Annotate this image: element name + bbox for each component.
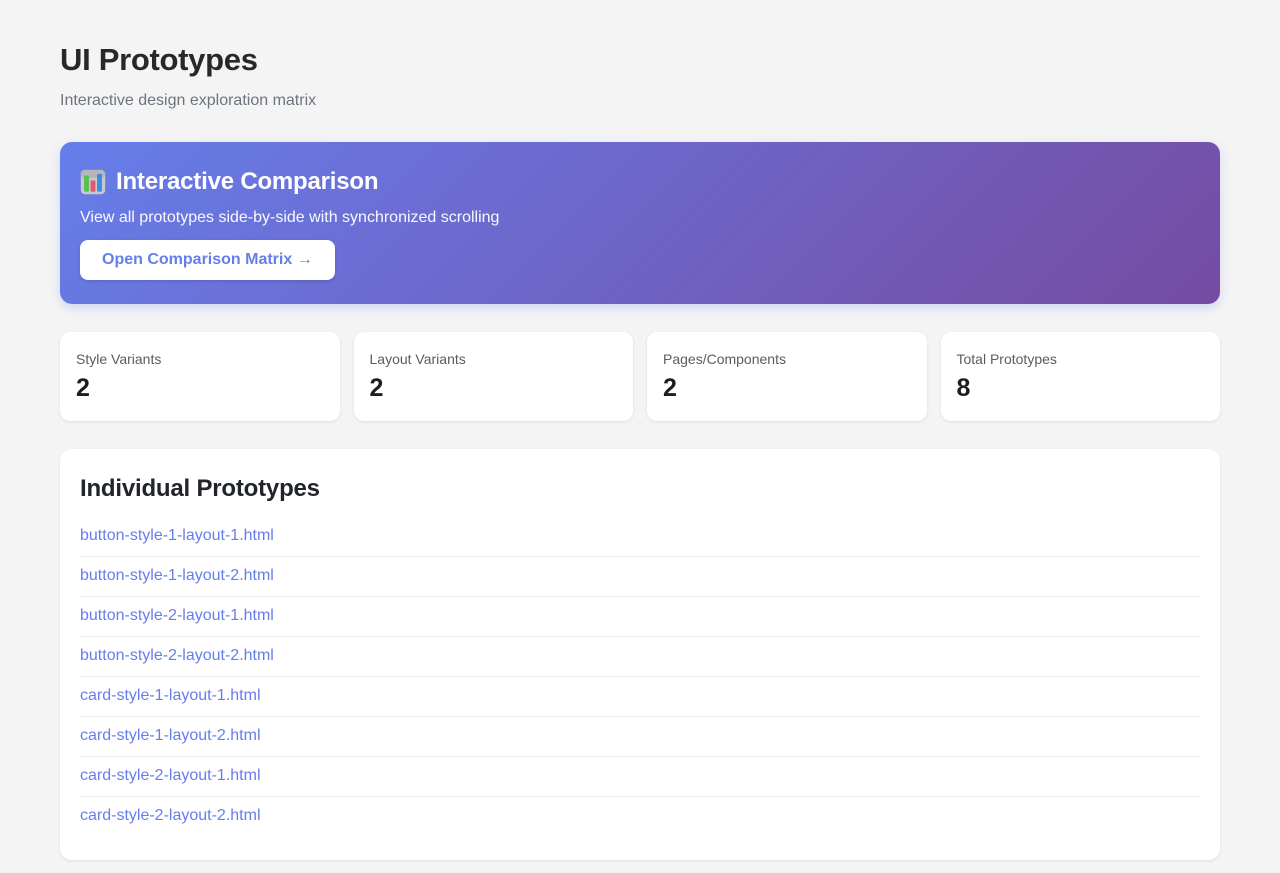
list-item: button-style-2-layout-1.html [80,597,1200,637]
page-subtitle: Interactive design exploration matrix [60,92,317,109]
prototype-link[interactable]: card-style-2-layout-2.html [80,797,1200,836]
stat-label: Pages/Components [663,351,786,367]
stat-value: 8 [956,374,971,402]
prototype-link[interactable]: card-style-2-layout-1.html [80,757,1200,796]
individual-prototypes-panel: Individual Prototypes button-style-1-lay… [60,449,1220,860]
prototype-link[interactable]: button-style-1-layout-1.html [80,517,1200,556]
prototype-link[interactable]: card-style-1-layout-2.html [80,717,1200,756]
hero-title: Interactive Comparison [116,168,379,195]
prototype-link[interactable]: button-style-2-layout-2.html [80,637,1200,676]
page-title: UI Prototypes [60,42,258,77]
individual-prototypes-heading: Individual Prototypes [80,475,320,502]
list-item: card-style-1-layout-2.html [80,717,1200,757]
stat-label: Total Prototypes [956,351,1057,367]
stats-row: Style Variants 2 Layout Variants 2 Pages… [60,332,1220,421]
hero-title-row: Interactive Comparison [80,168,1200,196]
stat-card-style-variants: Style Variants 2 [60,332,340,421]
list-item: button-style-1-layout-1.html [80,517,1200,557]
stat-label: Style Variants [76,351,162,367]
stat-label: Layout Variants [369,351,466,367]
list-item: button-style-2-layout-2.html [80,637,1200,677]
stat-card-pages-components: Pages/Components 2 [647,332,927,421]
list-item: card-style-2-layout-1.html [80,757,1200,797]
list-item: card-style-2-layout-2.html [80,797,1200,836]
open-comparison-matrix-button[interactable]: Open Comparison Matrix → [80,240,335,280]
stat-value: 2 [369,374,384,402]
interactive-comparison-banner: Interactive Comparison View all prototyp… [60,142,1220,304]
stat-card-total-prototypes: Total Prototypes 8 [940,332,1220,421]
prototype-link[interactable]: card-style-1-layout-1.html [80,677,1200,716]
stat-value: 2 [663,374,677,402]
page-container: UI Prototypes Interactive design explora… [0,0,1280,873]
stat-value: 2 [76,374,90,402]
prototype-link[interactable]: button-style-1-layout-2.html [80,557,1200,596]
prototype-list: button-style-1-layout-1.html button-styl… [80,517,1200,836]
stat-card-layout-variants: Layout Variants 2 [353,332,633,421]
hero-description: View all prototypes side-by-side with sy… [80,209,500,226]
bar-chart-icon [80,169,106,195]
list-item: card-style-1-layout-1.html [80,677,1200,717]
prototype-link[interactable]: button-style-2-layout-1.html [80,597,1200,636]
list-item: button-style-1-layout-2.html [80,557,1200,597]
